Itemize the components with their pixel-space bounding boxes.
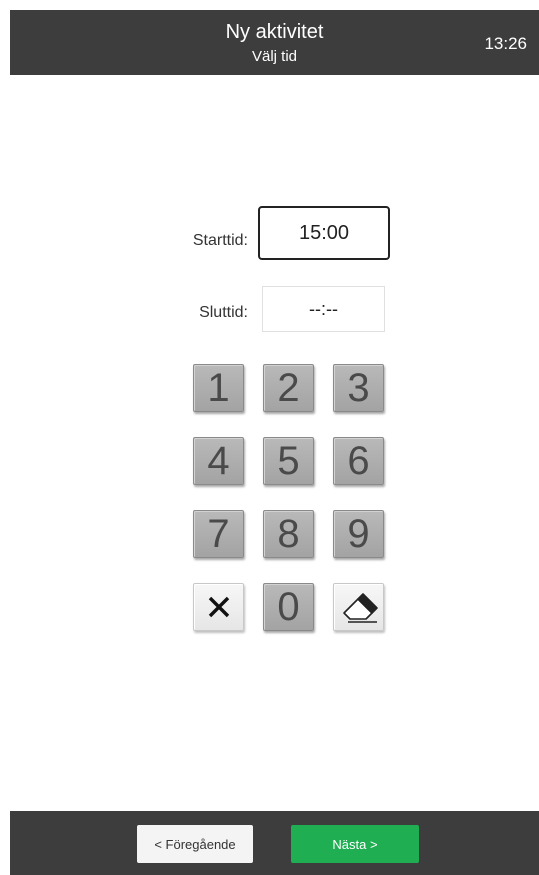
end-time-field[interactable]: --:-- — [262, 286, 385, 332]
app-header: Ny aktivitet Välj tid 13:26 — [10, 10, 539, 75]
key-2[interactable]: 2 — [263, 364, 314, 412]
app-screen: Ny aktivitet Välj tid 13:26 Starttid: 15… — [10, 10, 539, 875]
key-6[interactable]: 6 — [333, 437, 384, 485]
clock: 13:26 — [484, 34, 527, 53]
erase-button[interactable] — [333, 583, 384, 631]
start-time-label: Starttid: — [192, 232, 248, 249]
page-subtitle: Välj tid — [251, 48, 298, 65]
key-3[interactable]: 3 — [333, 364, 384, 412]
next-button[interactable]: Nästa > — [291, 825, 419, 863]
start-time-field[interactable]: 15:00 — [258, 206, 390, 260]
key-8[interactable]: 8 — [263, 510, 314, 558]
previous-button[interactable]: < Föregående — [137, 825, 253, 863]
end-time-label: Sluttid: — [199, 304, 248, 321]
eraser-icon — [342, 593, 378, 623]
close-icon — [208, 596, 229, 618]
key-5[interactable]: 5 — [263, 437, 314, 485]
page-title: Ny aktivitet — [225, 21, 324, 43]
key-1[interactable]: 1 — [193, 364, 244, 412]
key-7[interactable]: 7 — [193, 510, 244, 558]
key-9[interactable]: 9 — [333, 510, 384, 558]
key-0[interactable]: 0 — [263, 583, 314, 631]
footer-bar: < Föregående Nästa > — [10, 811, 539, 875]
key-4[interactable]: 4 — [193, 437, 244, 485]
clear-button[interactable] — [193, 583, 244, 631]
